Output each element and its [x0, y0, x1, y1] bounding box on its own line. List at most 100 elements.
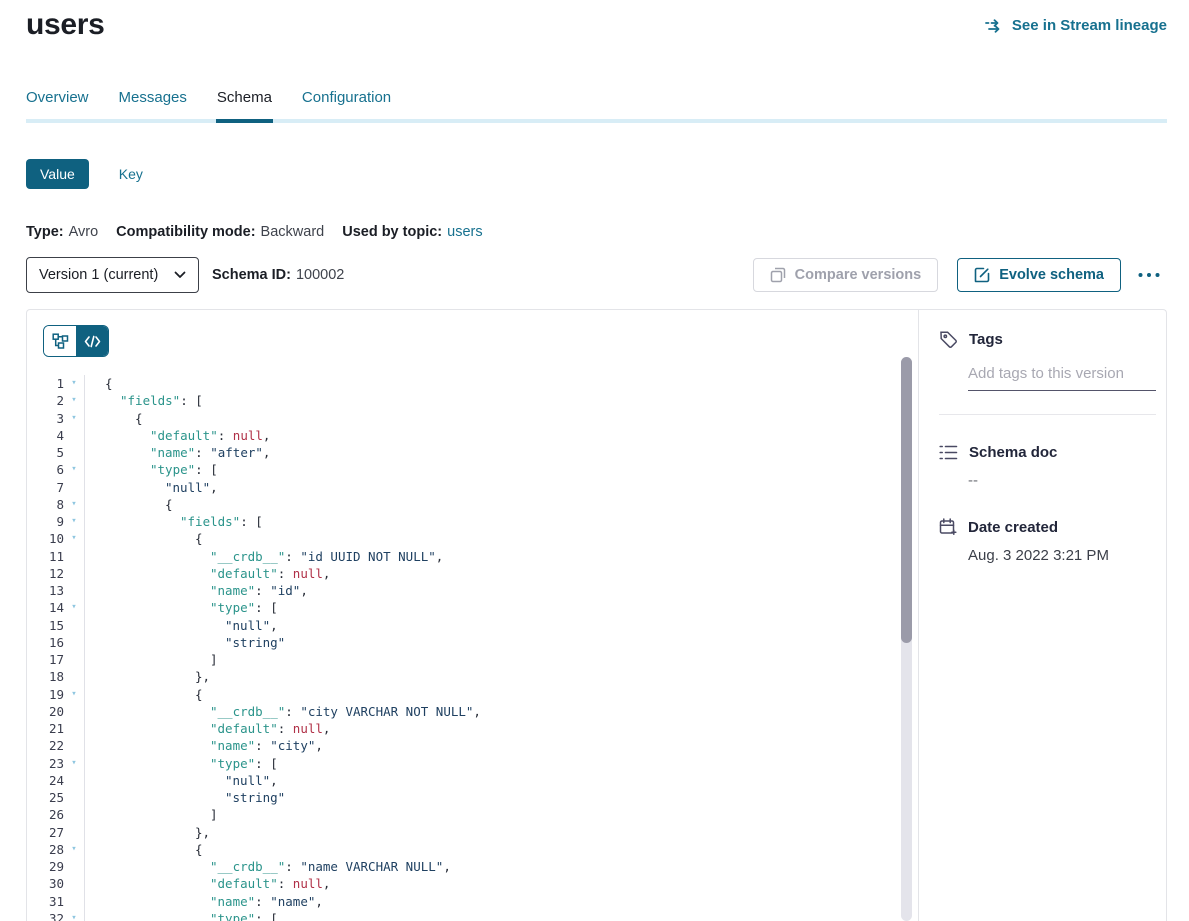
token-n: null [293, 566, 323, 581]
toolbar-buttons: Compare versions Evolve schema [753, 258, 1167, 292]
token-p: , [263, 428, 271, 443]
line-number: 26 [27, 806, 64, 823]
line-content: "null", [84, 617, 918, 634]
line-number: 20 [27, 703, 64, 720]
token-p: , [300, 583, 308, 598]
code-line: 8▾{ [27, 496, 918, 513]
evolve-schema-label: Evolve schema [999, 267, 1104, 283]
line-number: 29 [27, 858, 64, 875]
fold-toggle-icon[interactable]: ▾ [64, 910, 84, 921]
code-line: 28▾ { [27, 841, 918, 858]
compare-versions-button[interactable]: Compare versions [753, 258, 939, 292]
line-content: "__crdb__": "id UUID NOT NULL", [84, 548, 918, 565]
code-lines: 1▾{2▾"fields": [3▾{4"default": null,5"na… [27, 375, 918, 921]
fold-toggle-icon[interactable]: ▾ [64, 496, 84, 513]
schema-meta-row: Type:Avro Compatibility mode:Backward Us… [26, 224, 1167, 240]
code-line: 25"string" [27, 789, 918, 806]
token-p: : [218, 428, 233, 443]
fold-toggle-icon[interactable]: ▾ [64, 599, 84, 616]
schema-sidebar: Tags Schema doc -- [919, 310, 1167, 921]
fold-spacer [64, 565, 84, 582]
tab-messages[interactable]: Messages [119, 89, 187, 119]
token-p: : [255, 894, 270, 909]
version-select[interactable]: Version 1 (current) [26, 257, 199, 293]
code-line: 16"string" [27, 634, 918, 651]
calendar-add-icon [939, 518, 957, 536]
fold-toggle-icon[interactable]: ▾ [64, 841, 84, 858]
meta-compatibility-label: Compatibility mode: [116, 224, 255, 240]
token-s: "city" [270, 738, 315, 753]
token-k: "name" [210, 894, 255, 909]
tree-view-button[interactable] [44, 326, 76, 356]
code-line: 13"name": "id", [27, 582, 918, 599]
fold-toggle-icon[interactable]: ▾ [64, 392, 84, 409]
tab-configuration[interactable]: Configuration [302, 89, 391, 119]
token-s: "id" [270, 583, 300, 598]
token-k: "type" [210, 756, 255, 771]
tab-overview[interactable]: Overview [26, 89, 89, 119]
fold-toggle-icon[interactable]: ▾ [64, 513, 84, 530]
token-s: "city VARCHAR NOT NULL" [300, 704, 473, 719]
schema-doc-header: Schema doc [939, 444, 1156, 461]
line-content: "name": "id", [84, 582, 918, 599]
tab-bar: Overview Messages Schema Configuration [26, 89, 1167, 119]
page-header: users See in Stream lineage [26, 0, 1167, 42]
token-p: { [195, 842, 203, 857]
value-segment-button[interactable]: Value [26, 159, 89, 189]
token-k: "default" [150, 428, 218, 443]
fold-spacer [64, 893, 84, 910]
scrollbar-thumb[interactable] [901, 357, 912, 643]
date-created-value: Aug. 3 2022 3:21 PM [968, 547, 1156, 564]
schema-id-label: Schema ID: [212, 267, 291, 283]
key-segment-button[interactable]: Key [113, 165, 149, 183]
fold-toggle-icon[interactable]: ▾ [64, 410, 84, 427]
line-number: 28 [27, 841, 64, 858]
token-s: "string" [225, 790, 285, 805]
code-view-button[interactable] [76, 326, 108, 356]
line-number: 30 [27, 875, 64, 892]
line-content: "fields": [ [84, 392, 918, 409]
fold-spacer [64, 548, 84, 565]
token-k: "default" [210, 721, 278, 736]
add-tags-input[interactable] [968, 359, 1156, 391]
evolve-schema-button[interactable]: Evolve schema [957, 258, 1121, 292]
fold-spacer [64, 651, 84, 668]
line-content: ] [84, 806, 918, 823]
stream-lineage-icon [985, 19, 1004, 33]
line-number: 2 [27, 392, 64, 409]
line-content: "default": null, [84, 720, 918, 737]
fold-toggle-icon[interactable]: ▾ [64, 686, 84, 703]
line-content: "name": "city", [84, 737, 918, 754]
tags-title: Tags [969, 331, 1003, 348]
tab-schema[interactable]: Schema [217, 89, 272, 119]
line-content: "__crdb__": "name VARCHAR NULL", [84, 858, 918, 875]
edit-icon [974, 267, 990, 283]
token-k: "name" [210, 583, 255, 598]
schema-id: Schema ID:100002 [212, 267, 344, 283]
fold-toggle-icon[interactable]: ▾ [64, 530, 84, 547]
line-content: }, [84, 824, 918, 841]
token-s: "null" [225, 773, 270, 788]
fold-toggle-icon[interactable]: ▾ [64, 461, 84, 478]
code-view-icon [84, 335, 101, 348]
doc-list-icon [939, 444, 958, 461]
line-content: { [84, 841, 918, 858]
token-p: , [270, 773, 278, 788]
line-content: "__crdb__": "city VARCHAR NOT NULL", [84, 703, 918, 720]
token-p: { [105, 376, 113, 391]
token-s: "string" [225, 635, 285, 650]
fold-toggle-icon[interactable]: ▾ [64, 375, 84, 392]
line-number: 27 [27, 824, 64, 841]
line-content: "default": null, [84, 875, 918, 892]
fold-toggle-icon[interactable]: ▾ [64, 755, 84, 772]
schema-page: users See in Stream lineage Overview Mes… [0, 0, 1189, 916]
scrollbar-track[interactable] [901, 357, 912, 921]
token-k: "default" [210, 566, 278, 581]
stream-lineage-link[interactable]: See in Stream lineage [985, 17, 1167, 34]
fold-spacer [64, 806, 84, 823]
token-s: "null" [225, 618, 270, 633]
line-content: { [84, 686, 918, 703]
more-options-button[interactable] [1131, 267, 1167, 283]
topic-link[interactable]: users [447, 224, 482, 240]
fold-spacer [64, 737, 84, 754]
